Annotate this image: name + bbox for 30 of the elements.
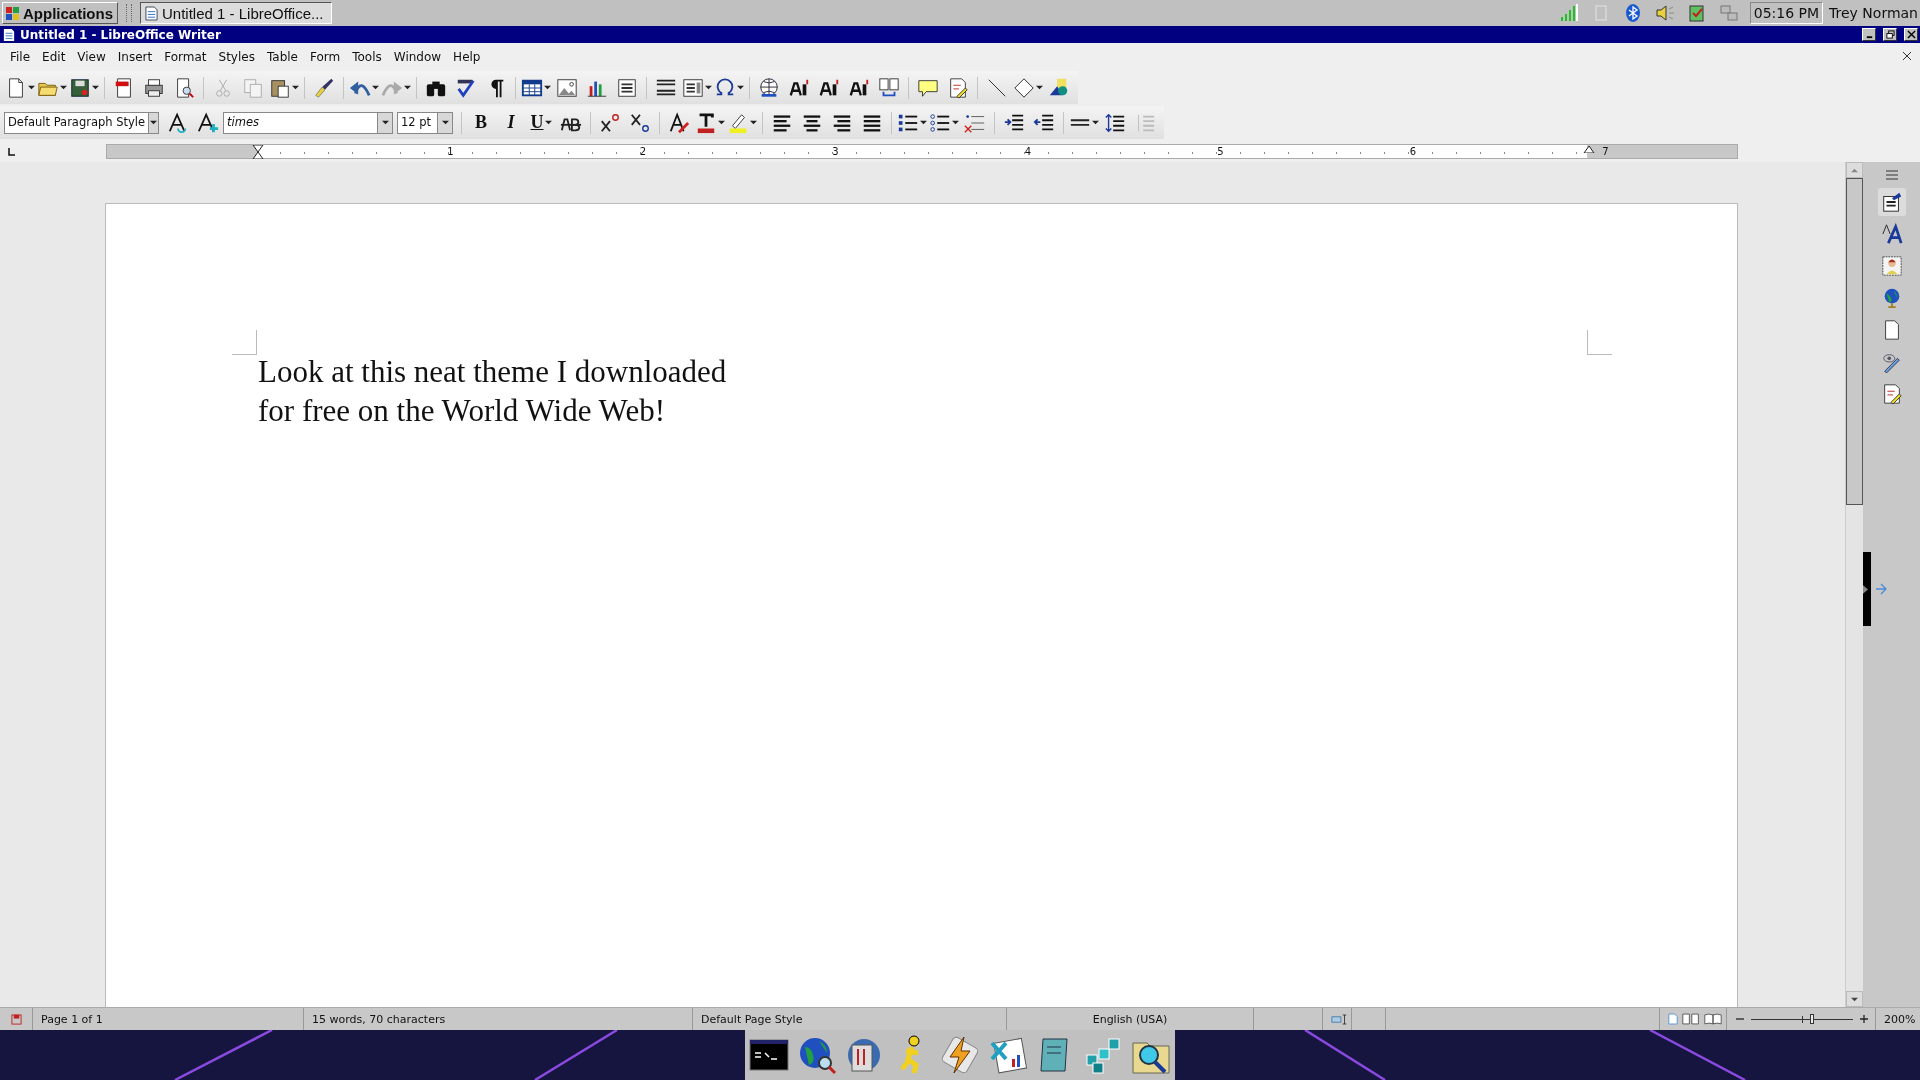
menu-item[interactable]: View [71,49,112,64]
user-name: Trey Norman [1828,5,1919,21]
applications-button[interactable]: Applications [2,2,118,24]
menu-item[interactable]: Format [158,49,213,64]
ruler-number: 6 [1409,145,1417,158]
underline-button[interactable]: U [526,107,556,138]
menu-item[interactable]: Window [387,49,448,64]
ruler-number: 2 [639,145,647,158]
taskbar-button[interactable]: Untitled 1 - LibreOffice... [140,2,332,24]
ruler-number: 3 [832,145,839,158]
menu-item[interactable]: Table [260,49,304,64]
font-size-dropdown[interactable]: 12 pt [397,111,453,134]
ruler-number: 4 [1024,145,1032,158]
menu-item[interactable]: Styles [212,49,261,64]
menu-item[interactable]: File [4,49,37,64]
ruler-number: 1 [447,145,454,158]
font-name-dropdown[interactable]: times [223,111,393,134]
ruler-number: 7 [1602,145,1609,158]
document-paragraph: Look at this neat theme I downloaded for free on the World Wide Web! [258,353,728,430]
ruler-number: 5 [1217,145,1224,158]
clock: 05:16 PM [1749,2,1824,24]
italic-button[interactable]: I [496,107,526,138]
menu-item[interactable]: Edit [36,49,72,64]
menu-item[interactable]: Help [447,49,487,64]
menu-item[interactable]: Tools [346,49,388,64]
menu-item[interactable]: Form [304,49,347,64]
paragraph-style-dropdown[interactable]: Default Paragraph Style [4,111,159,134]
bold-button[interactable]: B [466,107,496,138]
menu-item[interactable]: Insert [111,49,159,64]
window-title: Untitled 1 - LibreOffice Writer [20,27,221,42]
